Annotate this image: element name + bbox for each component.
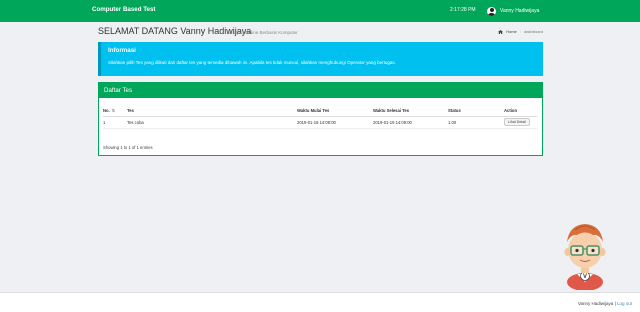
brand-logo[interactable]: Computer Based Test: [92, 6, 156, 13]
table-header-row: No. ⇅ Tes Waktu Mulai Tes Waktu Selesai T…: [103, 108, 537, 117]
breadcrumb-home[interactable]: Home: [506, 29, 517, 34]
column-header-end[interactable]: Waktu Selesai Tes: [373, 108, 448, 117]
box-title: Daftar Tes: [99, 83, 542, 98]
column-header-action[interactable]: Action: [504, 108, 537, 117]
top-navbar: Computer Based Test 2:17:28 PM Vanny Had…: [0, 0, 640, 22]
cell-test-name: Tes coba: [127, 116, 297, 129]
table-info: Showing 1 to 1 of 1 entries: [103, 145, 153, 150]
table-row: 1 Tes coba 2019-01-18 14:09:00 2019-01-1…: [103, 116, 537, 129]
page-subtitle: di Ujian Online Berbasis Komputer: [229, 30, 298, 35]
breadcrumb-current: dashboard: [524, 29, 543, 34]
column-header-no[interactable]: No. ⇅: [103, 108, 127, 117]
user-avatar-icon: [487, 6, 496, 16]
column-header-start[interactable]: Waktu Mulai Tes: [297, 108, 373, 117]
content-header: SELAMAT DATANG Vanny Hadiwijaya di Ujian…: [98, 26, 543, 40]
logout-link[interactable]: Log out: [617, 301, 632, 306]
user-name: Vanny Hadiwijaya: [500, 8, 540, 14]
breadcrumb: Home › dashboard: [498, 29, 543, 34]
column-header-tes[interactable]: Tes: [127, 108, 297, 117]
column-header-status[interactable]: Status: [448, 108, 504, 117]
callout-text: Silahkan pilih Tes yang diikuti dari daf…: [108, 60, 396, 65]
cell-start-time: 2019-01-18 14:09:00: [297, 116, 373, 129]
mascot-avatar-icon: V: [564, 224, 606, 290]
footer-user-name: Vanny Hadiwijaya: [577, 301, 614, 306]
info-callout: Informasi Silahkan pilih Tes yang diikut…: [98, 42, 543, 76]
home-icon: [498, 29, 504, 34]
test-table: No. ⇅ Tes Waktu Mulai Tes Waktu Selesai T…: [103, 108, 537, 129]
sort-icon[interactable]: ⇅: [112, 108, 116, 113]
user-menu[interactable]: Vanny Hadiwijaya: [487, 5, 539, 17]
clock: 2:17:28 PM: [450, 7, 476, 13]
callout-title: Informasi: [108, 47, 136, 54]
cell-action: Lihat Detail: [504, 116, 537, 129]
cell-no: 1: [103, 116, 127, 129]
svg-text:V: V: [583, 274, 587, 280]
breadcrumb-separator: ›: [519, 29, 522, 34]
view-detail-button[interactable]: Lihat Detail: [504, 118, 530, 126]
cell-end-time: 2019-01-19 14:09:00: [373, 116, 448, 129]
test-list-box: Daftar Tes No. ⇅ Tes Waktu Mulai Tes Wakt…: [98, 82, 543, 156]
footer: Vanny Hadiwijaya | Log out: [0, 292, 640, 312]
cell-status: 1.00: [448, 116, 504, 129]
footer-text: Vanny Hadiwijaya | Log out: [578, 301, 632, 306]
